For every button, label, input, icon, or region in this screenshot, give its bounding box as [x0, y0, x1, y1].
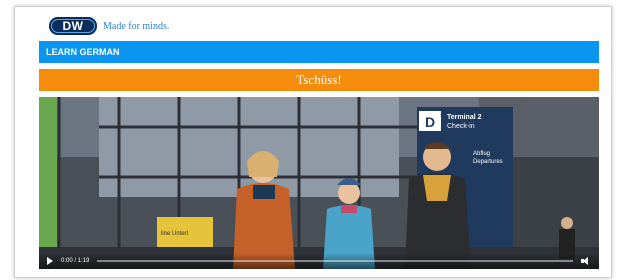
play-icon[interactable] [47, 257, 53, 265]
dw-logo[interactable]: DW [49, 17, 97, 35]
volume-icon[interactable] [581, 257, 591, 265]
video-time: 0:00 / 1:19 [61, 258, 90, 264]
seek-bar[interactable] [97, 260, 573, 262]
learn-german-bar[interactable]: LEARN GERMAN [39, 41, 599, 63]
sign-abflug: Abflug [473, 151, 490, 157]
poster-text: line Unterl [161, 231, 188, 237]
brand-header: DW Made for minds. [49, 17, 169, 35]
page-frame: DW Made for minds. LEARN GERMAN Tschüss! [14, 6, 612, 278]
brand-tagline: Made for minds. [103, 20, 170, 32]
sign-terminal: Terminal 2 [447, 114, 482, 121]
sign-level: D [425, 114, 435, 130]
sign-departures: Departures [473, 159, 503, 165]
learn-german-label[interactable]: LEARN GERMAN [46, 47, 120, 57]
video-controls: 0:00 / 1:19 [39, 253, 599, 269]
lesson-title: Tschüss! [296, 72, 342, 87]
video-player[interactable]: line Unterl D Terminal 2 Check-in Abflug… [39, 97, 599, 269]
video-frame-image: line Unterl D Terminal 2 Check-in Abflug… [39, 97, 599, 269]
lesson-title-bar: Tschüss! [39, 69, 599, 91]
sign-checkin: Check-in [447, 123, 475, 130]
